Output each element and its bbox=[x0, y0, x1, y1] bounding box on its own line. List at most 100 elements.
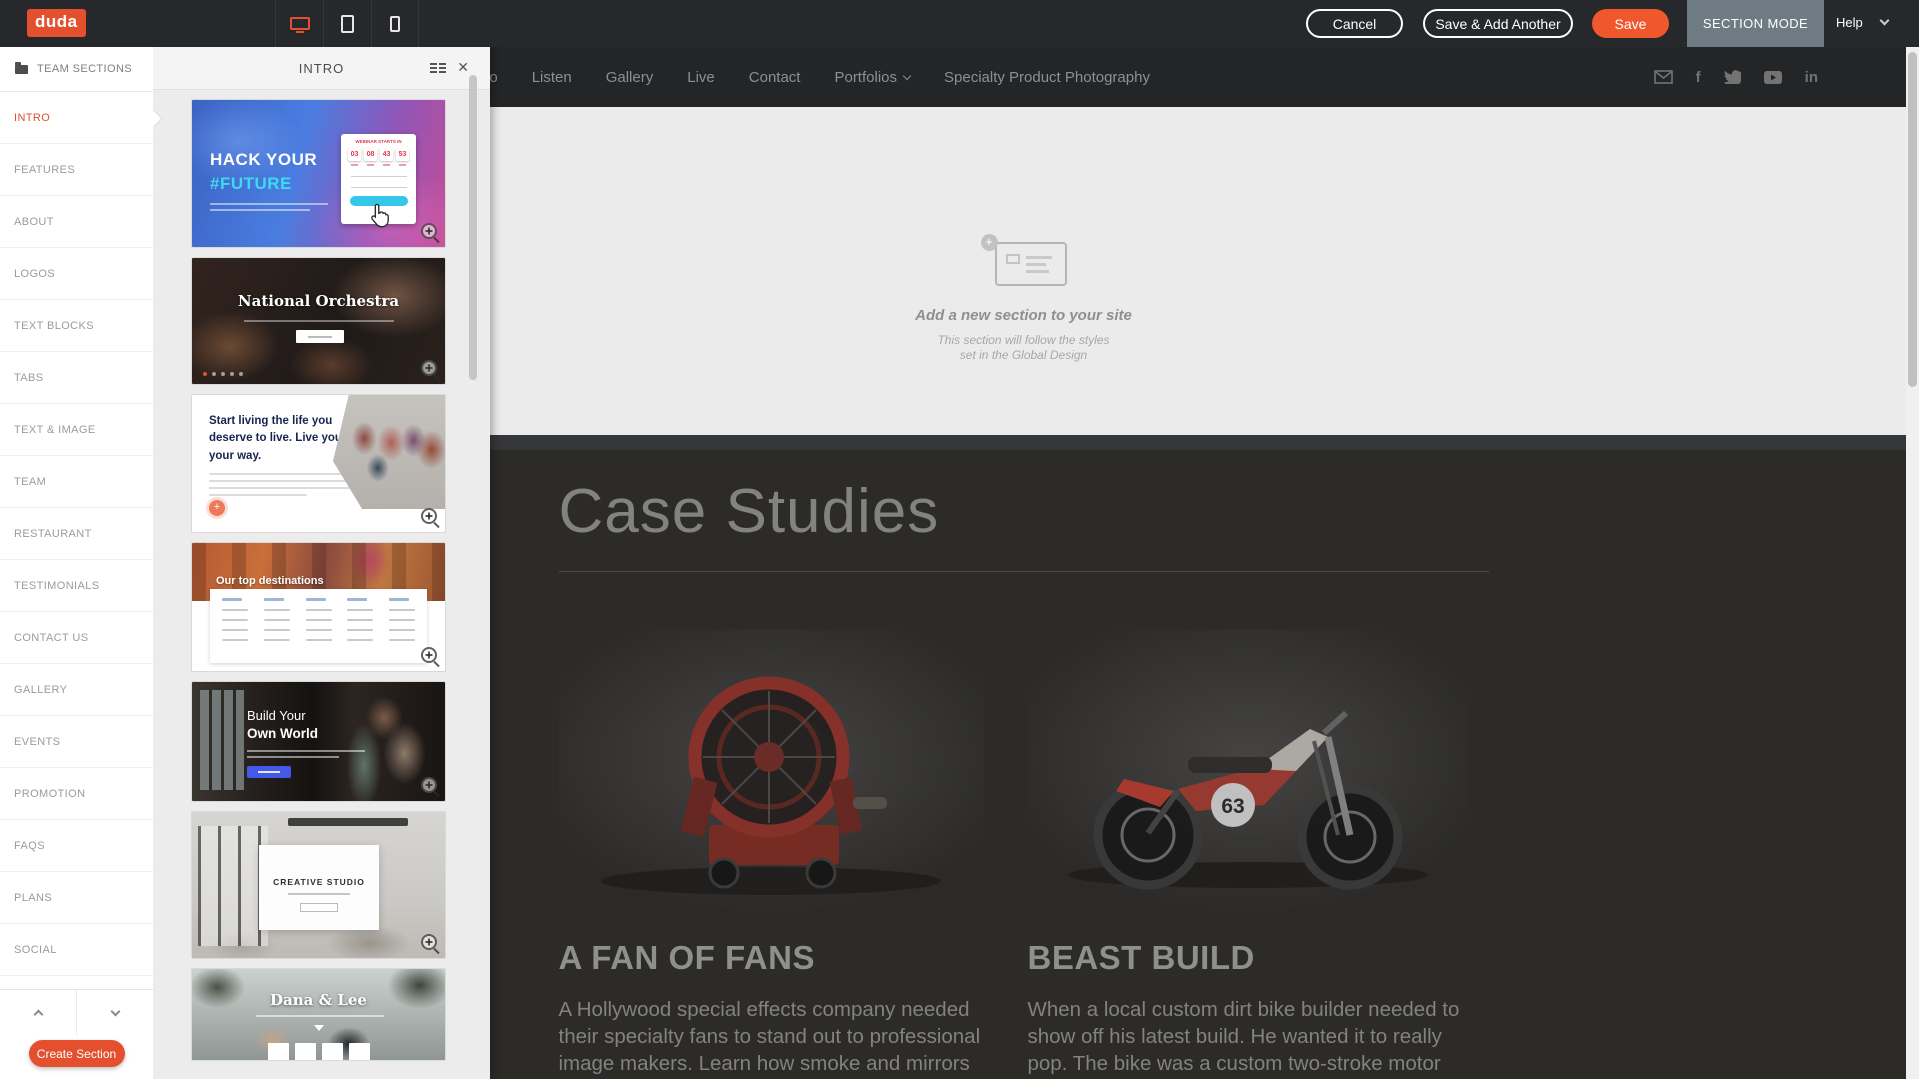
close-icon[interactable]: ✕ bbox=[457, 59, 470, 76]
site-nav-link-contact[interactable]: Contact bbox=[749, 69, 801, 86]
tablet-icon bbox=[341, 15, 354, 33]
scroll-down-button[interactable] bbox=[76, 990, 153, 1035]
fan-machine-image bbox=[559, 629, 984, 913]
template-thumb-dana-and-lee[interactable]: Dana & Lee bbox=[191, 968, 446, 1061]
carousel-dots bbox=[203, 372, 243, 376]
sidebar-item-text-blocks[interactable]: TEXT BLOCKS bbox=[0, 300, 153, 352]
sidebar-item-about[interactable]: ABOUT bbox=[0, 196, 153, 248]
thumb-title: Own World bbox=[247, 726, 318, 741]
tablet-view-button[interactable] bbox=[323, 0, 371, 47]
panel-title: INTRO bbox=[299, 61, 344, 76]
mobile-view-button[interactable] bbox=[371, 0, 419, 47]
panel-header: INTRO ✕ bbox=[153, 47, 490, 90]
button-preview bbox=[296, 330, 344, 343]
site-nav-link-live[interactable]: Live bbox=[687, 69, 715, 86]
chevron-up-icon bbox=[33, 1010, 43, 1020]
sidebar-header: TEAM SECTIONS bbox=[0, 47, 153, 92]
linkedin-icon[interactable]: in bbox=[1805, 69, 1818, 86]
sections-sidebar: TEAM SECTIONS INTRO FEATURES ABOUT LOGOS… bbox=[0, 47, 153, 1079]
template-thumb-hack-your-future[interactable]: HACK YOUR #FUTURE WEBINAR STARTS IN 03 0… bbox=[191, 99, 446, 248]
scroll-up-button[interactable] bbox=[0, 990, 76, 1035]
panel-scrollbar[interactable] bbox=[469, 75, 477, 380]
site-nav-link-listen[interactable]: Listen bbox=[532, 69, 572, 86]
save-button[interactable]: Save bbox=[1592, 9, 1669, 38]
zoom-in-icon[interactable] bbox=[421, 360, 437, 376]
twitter-icon[interactable] bbox=[1724, 70, 1741, 84]
countdown-boxes bbox=[192, 1043, 445, 1061]
cancel-button[interactable]: Cancel bbox=[1306, 9, 1403, 38]
case-study-card-bike: 63 BEAST BUILD When a local custom dirt … bbox=[1028, 629, 1468, 1079]
sidebar-item-faqs[interactable]: FAQS bbox=[0, 820, 153, 872]
zoom-in-icon[interactable] bbox=[421, 223, 437, 239]
section-wireframe-icon bbox=[995, 242, 1067, 286]
site-nav-link-portfolios[interactable]: Portfolios bbox=[834, 69, 910, 86]
sidebar-footer: Create Section bbox=[0, 989, 153, 1079]
sidebar-category-list: INTRO FEATURES ABOUT LOGOS TEXT BLOCKS T… bbox=[0, 92, 153, 976]
sidebar-item-events[interactable]: EVENTS bbox=[0, 716, 153, 768]
sidebar-item-promotion[interactable]: PROMOTION bbox=[0, 768, 153, 820]
template-thumb-top-destinations[interactable]: Our top destinations bbox=[191, 542, 446, 672]
section-mode-badge: SECTION MODE bbox=[1687, 0, 1824, 47]
thumb-title: HACK YOUR bbox=[210, 150, 317, 170]
zoom-in-icon[interactable] bbox=[421, 934, 437, 950]
case-study-heading: BEAST BUILD bbox=[1028, 939, 1468, 977]
thumb-title: National Orchestra bbox=[192, 292, 445, 310]
thumb-title: CREATIVE STUDIO bbox=[259, 877, 379, 887]
sidebar-item-team[interactable]: TEAM bbox=[0, 456, 153, 508]
button-preview bbox=[300, 903, 338, 912]
dirt-bike-image: 63 bbox=[1028, 629, 1468, 913]
chevron-down-icon bbox=[903, 71, 911, 79]
facebook-icon[interactable]: f bbox=[1696, 69, 1701, 86]
button-preview bbox=[247, 766, 291, 778]
sidebar-item-intro[interactable]: INTRO bbox=[0, 92, 153, 144]
chevron-down-icon[interactable] bbox=[1880, 16, 1890, 26]
add-section-icon: + bbox=[981, 238, 1067, 286]
site-social-icons: f in bbox=[1654, 47, 1818, 107]
sidebar-item-contact-us[interactable]: CONTACT US bbox=[0, 612, 153, 664]
chevron-down-icon bbox=[110, 1006, 120, 1016]
zoom-in-icon[interactable] bbox=[421, 508, 437, 524]
sidebar-item-plans[interactable]: PLANS bbox=[0, 872, 153, 924]
sidebar-item-social[interactable]: SOCIAL bbox=[0, 924, 153, 976]
duda-logo: duda bbox=[27, 9, 86, 37]
portfolios-label: Portfolios bbox=[834, 69, 897, 86]
sidebar-item-logos[interactable]: LOGOS bbox=[0, 248, 153, 300]
help-button[interactable]: Help bbox=[1836, 15, 1863, 30]
case-study-body: A Hollywood special effects company need… bbox=[559, 996, 984, 1079]
template-thumbnail-list: HACK YOUR #FUTURE WEBINAR STARTS IN 03 0… bbox=[191, 90, 446, 1079]
zoom-in-icon[interactable] bbox=[421, 647, 437, 663]
add-section-title: Add a new section to your site bbox=[814, 307, 1234, 324]
desktop-view-button[interactable] bbox=[275, 0, 323, 47]
sidebar-item-tabs[interactable]: TABS bbox=[0, 352, 153, 404]
duda-editor-window: io Listen Gallery Live Contact Portfolio… bbox=[0, 0, 1919, 1079]
email-icon[interactable] bbox=[1654, 70, 1673, 84]
template-thumb-build-your-own-world[interactable]: Build Your Own World bbox=[191, 681, 446, 802]
page-scrollbar[interactable] bbox=[1906, 47, 1919, 1079]
thumb-title: Build Your bbox=[247, 708, 306, 723]
page-scrollbar-thumb[interactable] bbox=[1908, 52, 1917, 387]
editor-top-bar: duda Cancel Save & Add Another Save SECT… bbox=[0, 0, 1919, 47]
case-study-card-fan: A FAN OF FANS A Hollywood special effect… bbox=[559, 629, 984, 1079]
template-thumb-national-orchestra[interactable]: National Orchestra bbox=[191, 257, 446, 385]
site-nav-link-gallery[interactable]: Gallery bbox=[606, 69, 654, 86]
add-section-subtitle: This section will follow the styles set … bbox=[814, 333, 1234, 363]
youtube-icon[interactable] bbox=[1764, 71, 1782, 84]
sidebar-item-features[interactable]: FEATURES bbox=[0, 144, 153, 196]
intro-templates-panel: INTRO ✕ HACK YOUR #FUTURE WEBINAR STARTS… bbox=[153, 47, 490, 1079]
mobile-icon bbox=[390, 16, 400, 32]
sidebar-item-testimonials[interactable]: TESTIMONIALS bbox=[0, 560, 153, 612]
plus-icon: + bbox=[209, 500, 225, 516]
zoom-in-icon[interactable] bbox=[421, 777, 437, 793]
sidebar-item-gallery[interactable]: GALLERY bbox=[0, 664, 153, 716]
sidebar-item-text-image[interactable]: TEXT & IMAGE bbox=[0, 404, 153, 456]
bike-number-plate: 63 bbox=[1221, 795, 1244, 818]
site-nav-link-specialty[interactable]: Specialty Product Photography bbox=[944, 69, 1150, 86]
grid-view-icon[interactable] bbox=[430, 63, 446, 73]
plus-icon: + bbox=[981, 234, 998, 251]
template-thumb-creative-studio[interactable]: CREATIVE STUDIO bbox=[191, 811, 446, 959]
sidebar-item-restaurant[interactable]: RESTAURANT bbox=[0, 508, 153, 560]
save-add-another-button[interactable]: Save & Add Another bbox=[1423, 9, 1573, 38]
template-thumb-start-living[interactable]: Start living the life you deserve to liv… bbox=[191, 394, 446, 533]
create-section-button[interactable]: Create Section bbox=[29, 1040, 125, 1067]
case-study-heading: A FAN OF FANS bbox=[559, 939, 984, 977]
